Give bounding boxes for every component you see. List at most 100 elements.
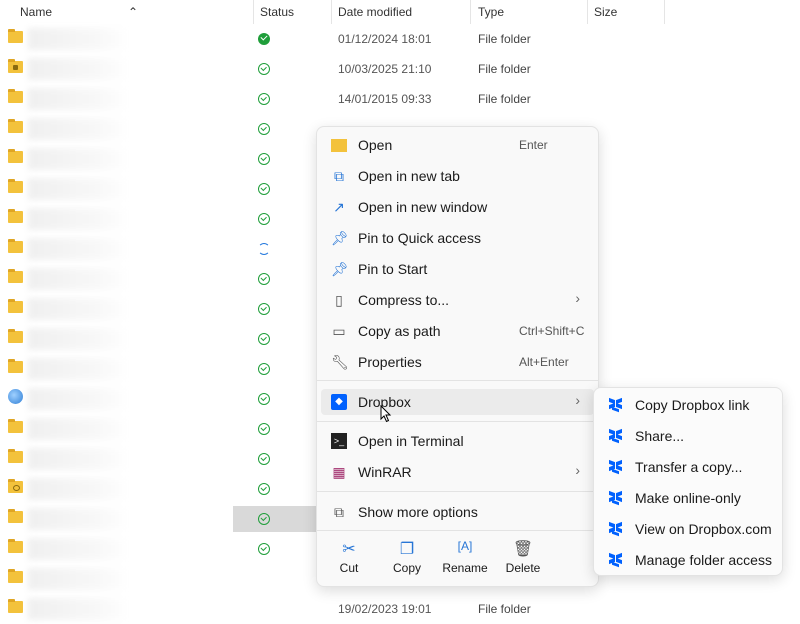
col-type[interactable]: Type: [478, 5, 504, 19]
submenu-item-label: Transfer a copy...: [635, 459, 743, 475]
dropbox-icon: [608, 397, 624, 413]
synced-check-icon: [258, 33, 270, 45]
blurred-name: [28, 598, 128, 620]
menu-item-open[interactable]: Open Enter: [321, 132, 594, 158]
shortcut-text: Alt+Enter: [519, 355, 569, 369]
blurred-name: [28, 148, 128, 170]
folder-icon: [8, 299, 23, 313]
synced-check-icon: [258, 483, 270, 495]
sync-icon: [258, 243, 270, 255]
show-more-icon: ⧉: [334, 504, 344, 520]
shortcut-text: Enter: [519, 138, 548, 152]
blurred-name: [28, 508, 128, 530]
submenu-item[interactable]: Share...: [598, 423, 778, 449]
col-status[interactable]: Status: [260, 5, 294, 19]
menu-item-open-in-new-tab[interactable]: ⧉ Open in new tab: [321, 163, 594, 189]
blurred-name: [28, 358, 128, 380]
menu-item-open-in-new-window[interactable]: ↗ Open in new window: [321, 194, 594, 220]
blurred-name: [28, 28, 128, 50]
col-date-modified[interactable]: Date modified: [338, 5, 412, 19]
menu-item-show-more-options[interactable]: ⧉ Show more options: [321, 499, 594, 525]
submenu-item-label: Make online-only: [635, 490, 741, 506]
blurred-name: [28, 418, 128, 440]
folder-icon: [8, 419, 23, 433]
dropbox-icon: [608, 490, 624, 506]
menu-item-pin-to-quick-access[interactable]: 📌︎ Pin to Quick access: [321, 225, 594, 251]
dropbox-icon: ◆: [331, 394, 347, 410]
dropbox-icon: [608, 552, 624, 568]
synced-check-icon: [258, 93, 270, 105]
folder-icon: [8, 539, 23, 553]
submenu-item[interactable]: Copy Dropbox link: [598, 392, 778, 418]
submenu-item[interactable]: View on Dropbox.com: [598, 516, 778, 542]
submenu-item[interactable]: Make online-only: [598, 485, 778, 511]
synced-check-icon: [258, 273, 270, 285]
folder-icon: [8, 119, 23, 133]
cut-button[interactable]: ✂ Cut: [324, 539, 374, 575]
folder-lock-icon: [8, 59, 23, 73]
rename-button[interactable]: [A] Rename: [440, 539, 490, 575]
col-size[interactable]: Size: [594, 5, 617, 19]
column-header: ⌃ Name Status Date modified Type Size: [0, 0, 800, 26]
submenu-item-label: Copy Dropbox link: [635, 397, 750, 413]
blurred-name: [28, 58, 128, 80]
divider: [317, 421, 598, 422]
folder-icon: [8, 149, 23, 163]
menu-item-winrar[interactable]: ▦ WinRAR ›: [321, 459, 594, 485]
copy-icon: ❐: [399, 541, 415, 558]
synced-check-icon: [258, 513, 270, 525]
menu-item-label: Compress to...: [358, 292, 450, 308]
menu-item-dropbox[interactable]: ◆ Dropbox ›: [321, 389, 594, 415]
folder-icon: [8, 359, 23, 373]
folder-open-icon: [331, 139, 347, 152]
folder-icon: [8, 179, 23, 193]
synced-check-icon: [258, 153, 270, 165]
submenu-item[interactable]: Transfer a copy...: [598, 454, 778, 480]
chevron-right-icon: ›: [575, 462, 580, 478]
menu-item-label: Open in Terminal: [358, 433, 464, 449]
menu-item-pin-to-start[interactable]: 📌︎ Pin to Start: [321, 256, 594, 282]
blurred-name: [28, 328, 128, 350]
blurred-name: [28, 118, 128, 140]
terminal-icon: >_: [331, 433, 347, 449]
synced-check-icon: [258, 423, 270, 435]
menu-item-copy-as-path[interactable]: ▭ Copy as path Ctrl+Shift+C: [321, 318, 594, 344]
context-menu: Open Enter ⧉ Open in new tab ↗ Open in new wi…: [316, 126, 599, 587]
blurred-name: [28, 568, 128, 590]
divider: [317, 380, 598, 381]
blurred-name: [28, 238, 128, 260]
menu-item-properties[interactable]: 🔧︎ Properties Alt+Enter: [321, 349, 594, 375]
globe-icon: [8, 389, 23, 404]
date-modified: 14/01/2015 09:33: [338, 92, 432, 106]
file-type: File folder: [478, 92, 531, 106]
menu-item-label: Copy as path: [358, 323, 441, 339]
synced-check-icon: [258, 63, 270, 75]
synced-check-icon: [258, 543, 270, 555]
selection-highlight: [233, 506, 323, 532]
chevron-right-icon: ›: [575, 290, 580, 306]
table-row[interactable]: 19/02/2023 19:01 File folder: [0, 594, 800, 624]
synced-check-icon: [258, 183, 270, 195]
copy-button[interactable]: ❐ Copy: [382, 539, 432, 575]
submenu-item[interactable]: Manage folder access: [598, 547, 778, 573]
delete-button[interactable]: 🗑︎ Delete: [498, 539, 548, 575]
synced-check-icon: [258, 453, 270, 465]
file-type: File folder: [478, 602, 531, 616]
table-row[interactable]: 14/01/2015 09:33 File folder: [0, 84, 800, 114]
col-name[interactable]: Name: [20, 5, 52, 19]
file-type: File folder: [478, 62, 531, 76]
divider: [317, 530, 598, 531]
dropbox-icon: [608, 521, 624, 537]
table-row[interactable]: 01/12/2024 18:01 File folder: [0, 24, 800, 54]
menu-item-compress-to[interactable]: ▯ Compress to... ›: [321, 287, 594, 313]
table-row[interactable]: 10/03/2025 21:10 File folder: [0, 54, 800, 84]
synced-check-icon: [258, 303, 270, 315]
blurred-name: [28, 538, 128, 560]
chevron-right-icon: ›: [575, 392, 580, 408]
scissors-icon: ✂: [342, 541, 356, 558]
folder-icon: [8, 329, 23, 343]
submenu-item-label: Manage folder access: [635, 552, 772, 568]
menu-item-open-in-terminal[interactable]: >_ Open in Terminal: [321, 428, 594, 454]
folder-icon: [8, 449, 23, 463]
rename-icon: [A]: [457, 539, 473, 553]
